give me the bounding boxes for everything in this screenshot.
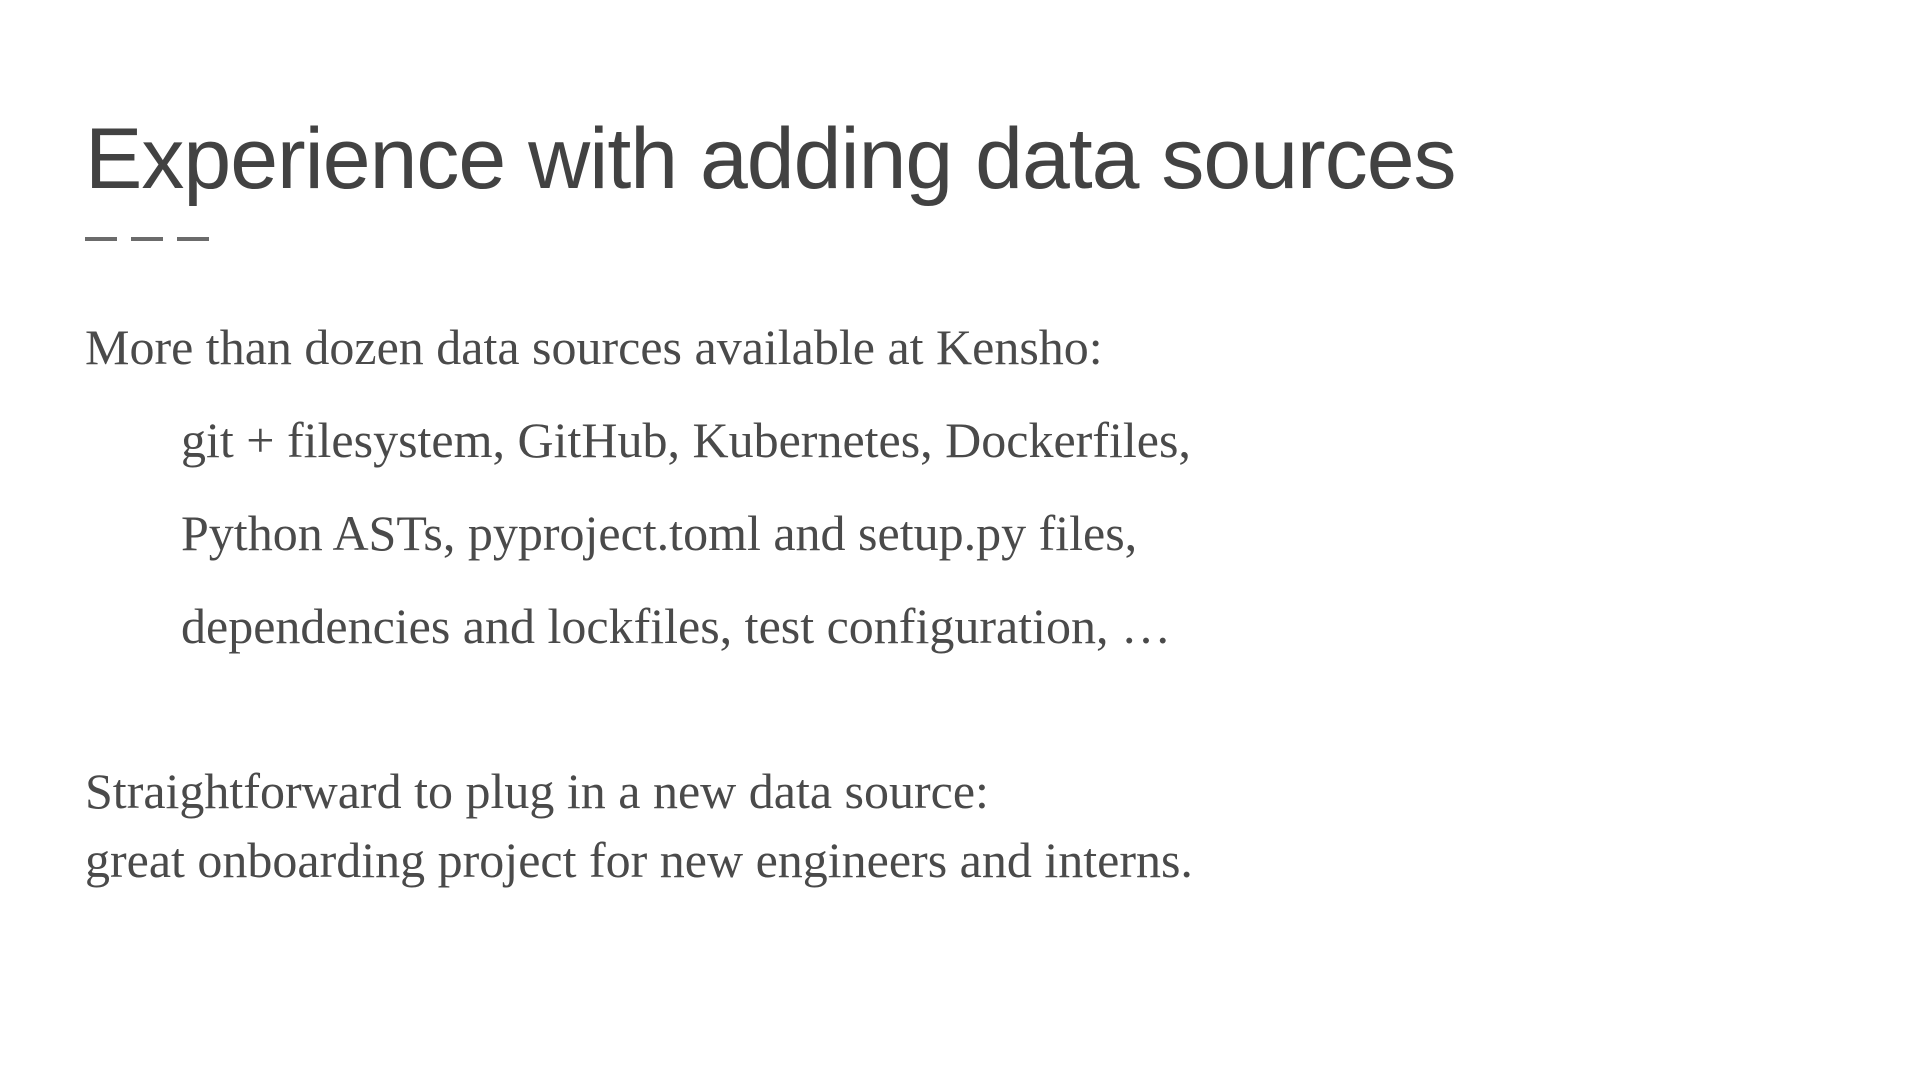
slide-title: Experience with adding data sources [85, 110, 1835, 209]
slide-container: Experience with adding data sources More… [0, 0, 1920, 1080]
slide-body: More than dozen data sources available a… [85, 313, 1835, 895]
dash-icon [131, 237, 163, 241]
title-divider [85, 237, 1835, 241]
paragraph-2: Straightforward to plug in a new data so… [85, 757, 1835, 895]
list-line: dependencies and lockfiles, test configu… [85, 592, 1835, 661]
dash-icon [85, 237, 117, 241]
list-line: git + filesystem, GitHub, Kubernetes, Do… [85, 406, 1835, 475]
dash-icon [177, 237, 209, 241]
intro-line: More than dozen data sources available a… [85, 313, 1835, 382]
para2-line1: Straightforward to plug in a new data so… [85, 757, 1835, 826]
list-line: Python ASTs, pyproject.toml and setup.py… [85, 499, 1835, 568]
para2-line2: great onboarding project for new enginee… [85, 826, 1835, 895]
